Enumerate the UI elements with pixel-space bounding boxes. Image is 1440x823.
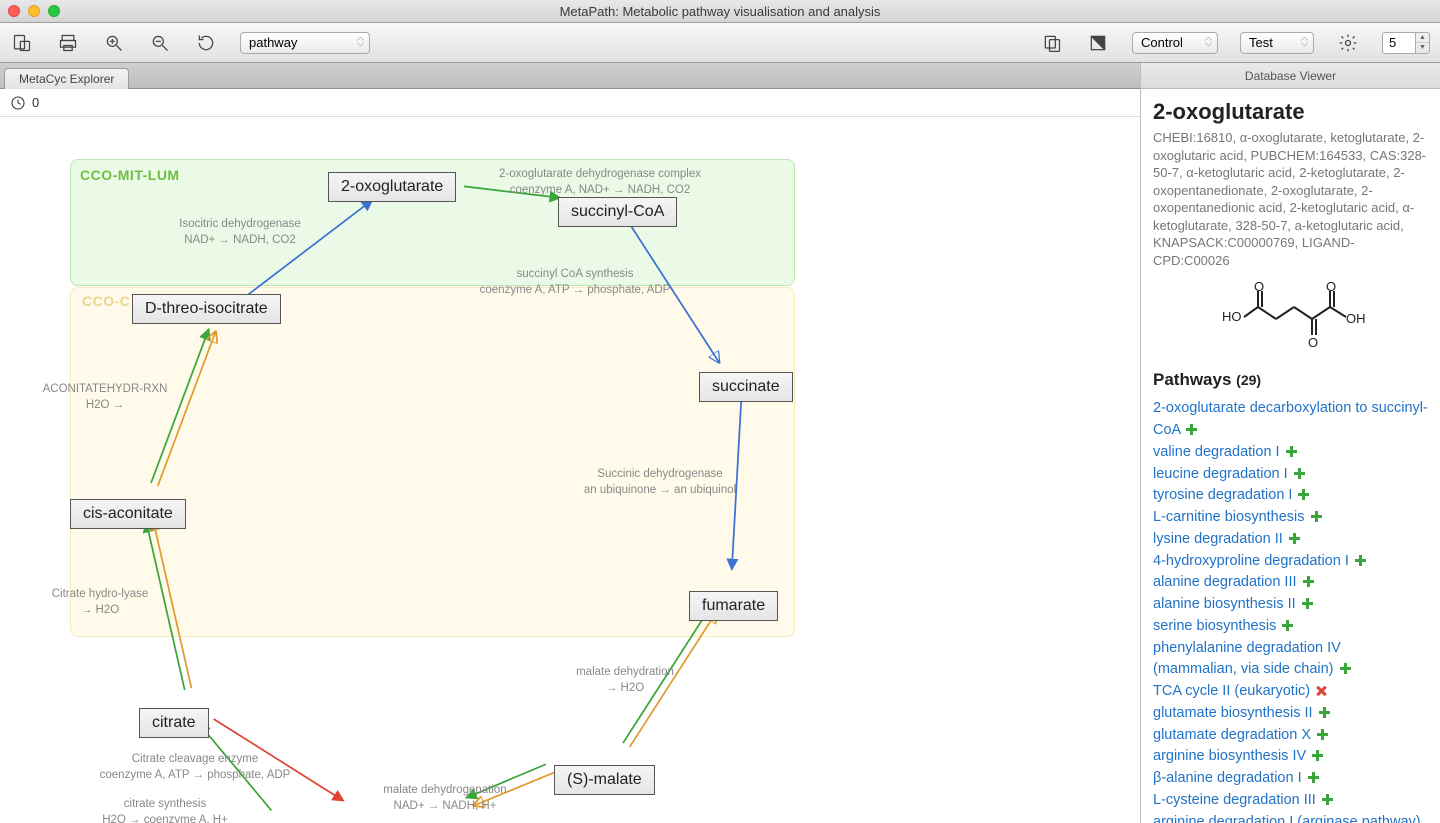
zoom-in-icon[interactable] [102,31,126,55]
pathway-canvas[interactable]: CCO-MIT-LUM CCO-C… [0,117,1140,823]
add-pathway-icon[interactable] [1282,620,1293,631]
pathways-list: 2-oxoglutarate decarboxylation to succin… [1153,398,1428,823]
compound-name: 2-oxoglutarate [1153,99,1428,125]
main-panel: MetaCyc Explorer 0 CCO-MIT-LUM CCO-C… [0,63,1140,823]
edge-label-3: succinyl CoA synthesiscoenzyme A, ATP → … [455,267,695,298]
pathway-link[interactable]: alanine degradation III [1153,574,1297,590]
stepper-up[interactable]: ▲ [1416,33,1429,44]
traffic-lights [8,5,60,17]
panel-title: Database Viewer [1141,63,1440,89]
print-icon[interactable] [56,31,80,55]
zoom-out-icon[interactable] [148,31,172,55]
pathway-link[interactable]: β-alanine degradation I [1153,770,1302,786]
edge-label-10: citrate synthesisH2O → coenzyme A, H+ [80,797,250,823]
add-pathway-icon[interactable] [1322,794,1333,805]
add-pathway-icon[interactable] [1340,663,1351,674]
pathway-link[interactable]: L-carnitine biosynthesis [1153,509,1305,525]
copy-icon[interactable] [1040,31,1064,55]
add-pathway-icon[interactable] [1298,489,1309,500]
test-select[interactable]: Test [1240,32,1314,54]
pathway-select-wrap: pathway [240,32,370,54]
refresh-icon[interactable] [194,31,218,55]
devices-icon[interactable] [10,31,34,55]
node-2-oxoglutarate[interactable]: 2-oxoglutarate [328,172,456,202]
edge-label-2: Isocitric dehydrogenaseNAD+ → NADH, CO2 [155,217,325,248]
main-toolbar: pathway Control Test ▲ ▼ [0,23,1440,63]
add-pathway-icon[interactable] [1289,533,1300,544]
control-select[interactable]: Control [1132,32,1218,54]
compound-structure: HO O O O OH [1153,279,1428,352]
pathway-link[interactable]: phenylalanine degradation IV (mammalian,… [1153,640,1341,678]
edge-label-5: Succinic dehydrogenasean ubiquinone → an… [560,467,760,498]
window-title: MetaPath: Metabolic pathway visualisatio… [0,4,1440,19]
maximize-button[interactable] [48,5,60,17]
pathways-heading: Pathways (29) [1153,370,1428,390]
svg-text:O: O [1308,335,1318,349]
pathway-link[interactable]: 4-hydroxyproline degradation I [1153,553,1349,569]
window-titlebar: MetaPath: Metabolic pathway visualisatio… [0,0,1440,23]
node-succinyl-coa[interactable]: succinyl-CoA [558,197,677,227]
node-cis-aconitate[interactable]: cis-aconitate [70,499,186,529]
clock-icon [10,95,26,111]
tab-metacyc-explorer[interactable]: MetaCyc Explorer [4,68,129,89]
edge-label-7: malate dehydration→ H2O [550,665,700,696]
pathway-link[interactable]: L-cysteine degradation III [1153,792,1316,808]
edge-label-1: 2-oxoglutarate dehydrogenase complexcoen… [470,167,730,198]
edge-label-9: malate dehydrogenationNAD+ → NADH, H+ [355,783,535,814]
edge-label-8: Citrate cleavage enzymecoenzyme A, ATP →… [80,752,310,783]
pathway-link[interactable]: valine degradation I [1153,444,1280,460]
node-s-malate[interactable]: (S)-malate [554,765,655,795]
add-pathway-icon[interactable] [1286,446,1297,457]
contrast-icon[interactable] [1086,31,1110,55]
edge-label-6: Citrate hydro-lyase→ H2O [40,587,160,618]
pathway-link[interactable]: leucine degradation I [1153,466,1288,482]
pathway-link[interactable]: TCA cycle II (eukaryotic) [1153,683,1310,699]
add-pathway-icon[interactable] [1294,468,1305,479]
database-viewer-panel: Database Viewer 2-oxoglutarate CHEBI:168… [1140,63,1440,823]
add-pathway-icon[interactable] [1317,729,1328,740]
node-isocitrate[interactable]: D-threo-isocitrate [132,294,281,324]
svg-text:HO: HO [1222,309,1242,324]
svg-text:OH: OH [1346,311,1366,326]
test-select-wrap: Test [1240,32,1314,54]
stepper-down[interactable]: ▼ [1416,43,1429,53]
svg-text:O: O [1326,279,1336,294]
number-field: ▲ ▼ [1382,32,1430,54]
pathway-select[interactable]: pathway [240,32,370,54]
control-select-wrap: Control [1132,32,1218,54]
edge-label-4: ACONITATEHYDR-RXNH2O → [35,382,175,413]
number-steppers: ▲ ▼ [1416,32,1430,54]
tab-strip: MetaCyc Explorer [0,63,1140,89]
add-pathway-icon[interactable] [1311,511,1322,522]
number-input[interactable] [1382,32,1416,54]
gear-icon[interactable] [1336,31,1360,55]
pathway-link[interactable]: arginine degradation I (arginase pathway… [1153,814,1421,823]
add-pathway-icon[interactable] [1302,598,1313,609]
add-pathway-icon[interactable] [1355,555,1366,566]
node-succinate[interactable]: succinate [699,372,793,402]
pathway-link[interactable]: lysine degradation II [1153,531,1283,547]
history-count: 0 [32,95,39,110]
add-pathway-icon[interactable] [1312,750,1323,761]
pathway-link[interactable]: glutamate biosynthesis II [1153,705,1313,721]
add-pathway-icon[interactable] [1308,772,1319,783]
remove-pathway-icon[interactable] [1316,685,1327,696]
pathway-link[interactable]: alanine biosynthesis II [1153,596,1296,612]
sub-toolbar: 0 [0,89,1140,117]
node-fumarate[interactable]: fumarate [689,591,778,621]
compound-synonyms: CHEBI:16810, α-oxoglutarate, ketoglutara… [1153,129,1428,269]
node-citrate[interactable]: citrate [139,708,209,738]
viewer-content: 2-oxoglutarate CHEBI:16810, α-oxoglutara… [1141,89,1440,823]
close-button[interactable] [8,5,20,17]
add-pathway-icon[interactable] [1303,576,1314,587]
add-pathway-icon[interactable] [1186,424,1197,435]
svg-text:O: O [1254,279,1264,294]
add-pathway-icon[interactable] [1319,707,1330,718]
pathway-link[interactable]: tyrosine degradation I [1153,487,1292,503]
minimize-button[interactable] [28,5,40,17]
pathway-link[interactable]: serine biosynthesis [1153,618,1276,634]
pathway-link[interactable]: glutamate degradation X [1153,727,1311,743]
pathway-link[interactable]: arginine biosynthesis IV [1153,748,1306,764]
